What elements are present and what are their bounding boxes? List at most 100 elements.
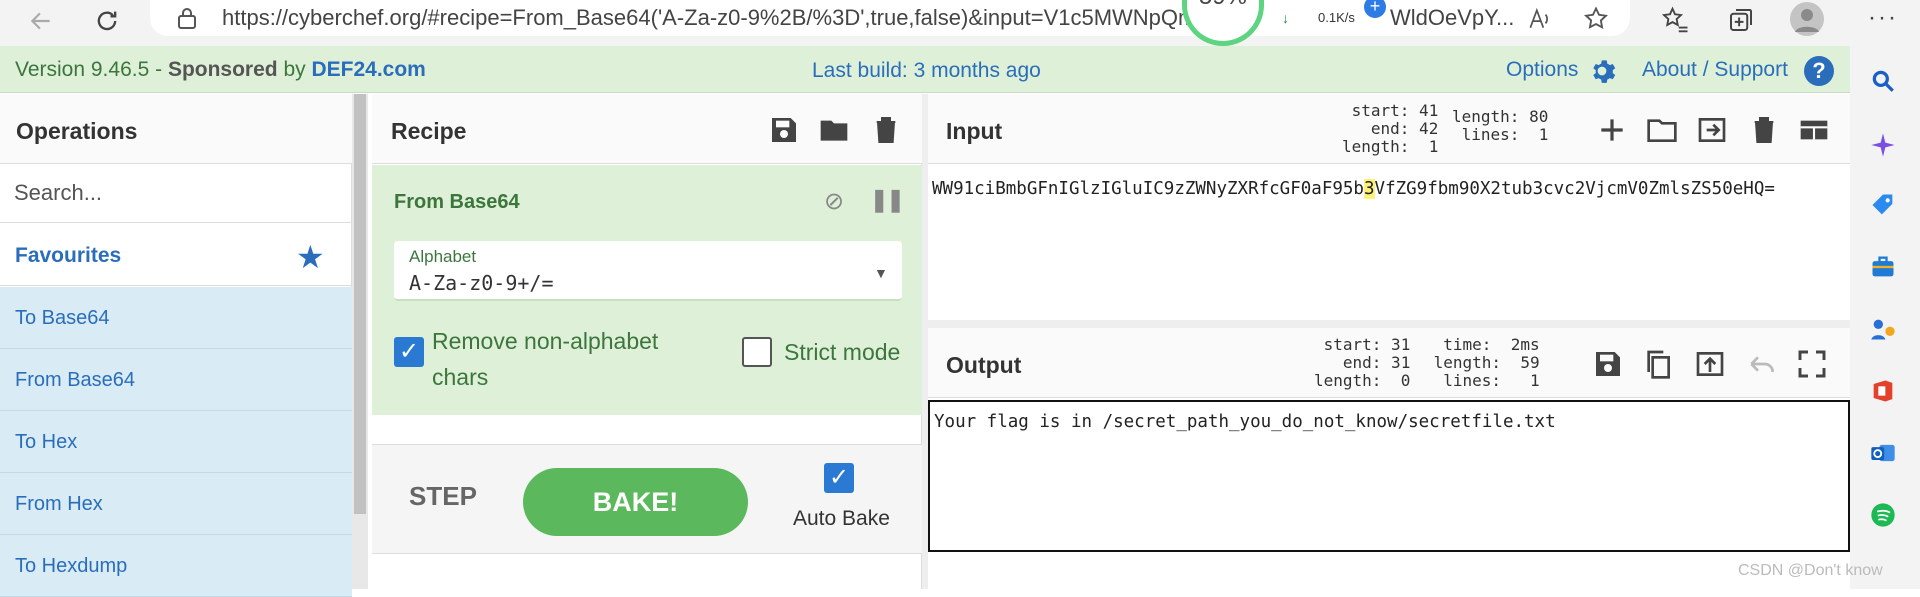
- operation-label: To Hexdump: [15, 555, 128, 577]
- copy-icon[interactable]: [1642, 348, 1674, 380]
- add-favorite-icon[interactable]: [1582, 5, 1610, 33]
- options-link[interactable]: Options: [1506, 58, 1578, 82]
- save-icon[interactable]: [768, 114, 800, 146]
- remove-nonalpha-label: Remove non-alphabet chars: [432, 328, 659, 390]
- games-icon[interactable]: [1868, 314, 1898, 344]
- list-item[interactable]: To Hexdump: [0, 535, 352, 597]
- output-selection-stats: start: 31 end: 31 length: 0: [1314, 335, 1411, 390]
- remove-nonalpha-checkbox[interactable]: ✓: [394, 337, 424, 367]
- net-speed: 0.1K/s: [1318, 10, 1355, 25]
- operation-label: To Hex: [15, 431, 78, 453]
- list-item[interactable]: From Base64: [0, 349, 352, 411]
- download-arrow-icon: ↓: [1282, 10, 1289, 26]
- sponsored-text: Sponsored: [167, 58, 278, 81]
- operations-scrollbar[interactable]: [352, 94, 368, 589]
- chevron-down-icon: ▼: [874, 265, 888, 281]
- about-support-link[interactable]: About / Support: [1642, 58, 1788, 82]
- input-selection: 3: [1363, 179, 1375, 199]
- open-file-icon[interactable]: [1696, 114, 1728, 146]
- open-folder-icon[interactable]: [1646, 114, 1678, 146]
- alphabet-label: Alphabet: [409, 247, 477, 266]
- input-title: Input: [946, 118, 1003, 144]
- help-icon[interactable]: ?: [1804, 56, 1834, 86]
- io-panel: Input start: 41 end: 42 length: 1 length…: [928, 94, 1850, 589]
- favourites-category[interactable]: Favourites ★: [0, 224, 352, 286]
- auto-bake-label: Auto Bake: [793, 507, 890, 530]
- operation-label: From Hex: [15, 493, 103, 515]
- auto-bake-checkbox[interactable]: ✓: [824, 463, 854, 493]
- back-button[interactable]: [24, 4, 58, 38]
- tools-briefcase-icon[interactable]: [1868, 252, 1898, 282]
- version-text: Version 9.46.5 -: [15, 58, 168, 81]
- copilot-sparkle-icon[interactable]: [1868, 130, 1898, 160]
- favourites-label: Favourites: [15, 244, 122, 267]
- output-title: Output: [946, 352, 1022, 378]
- maximize-icon[interactable]: [1796, 348, 1828, 380]
- step-button[interactable]: STEP: [409, 481, 477, 512]
- bake-button[interactable]: BAKE!: [523, 468, 748, 536]
- arrow-left-icon: [30, 12, 50, 30]
- input-output-splitter[interactable]: [928, 320, 1850, 328]
- collections-icon[interactable]: [1726, 5, 1756, 35]
- bake-controls: STEP BAKE! ✓ Auto Bake: [372, 444, 922, 554]
- browser-toolbar: https://cyberchef.org/#recipe=From_Base6…: [0, 0, 1920, 46]
- folder-icon[interactable]: [818, 114, 850, 146]
- output-textarea[interactable]: Your flag is in /secret_path_you_do_not_…: [928, 400, 1850, 552]
- output-text: Your flag is in /secret_path_you_do_not_…: [934, 412, 1556, 432]
- recipe-header: Recipe: [372, 94, 922, 164]
- undo-icon[interactable]: [1746, 348, 1778, 380]
- outlook-icon[interactable]: [1868, 438, 1898, 468]
- office-icon[interactable]: [1868, 376, 1898, 406]
- star-icon: ★: [296, 239, 325, 275]
- strict-mode-checkbox[interactable]: [742, 337, 772, 367]
- operation-label: From Base64: [15, 369, 136, 391]
- operation-name: From Base64: [394, 191, 520, 213]
- search-input[interactable]: [14, 177, 334, 209]
- input-text: WW91ciBmbGFnIGlzIGluIC9zZWNyZXRfcGF0aF95…: [932, 179, 1364, 199]
- profile-avatar[interactable]: [1790, 2, 1824, 36]
- shopping-tag-icon[interactable]: [1868, 190, 1898, 220]
- url-text-tail: WldOeVpY...: [1390, 5, 1515, 30]
- output-time-stats: time: 2ms length: 59 lines: 1: [1433, 335, 1540, 390]
- operations-title: Operations: [16, 118, 138, 144]
- replace-input-icon[interactable]: [1694, 348, 1726, 380]
- input-length-stats: length: 80 lines: 1: [1452, 107, 1549, 144]
- output-header: Output start: 31 end: 31 length: 0 time:…: [928, 328, 1850, 398]
- favorites-icon[interactable]: [1660, 5, 1690, 35]
- refresh-button[interactable]: [90, 4, 124, 38]
- read-aloud-icon[interactable]: [1526, 6, 1552, 32]
- trash-icon[interactable]: [1748, 114, 1780, 146]
- strict-mode-label: Strict mode: [784, 339, 901, 365]
- last-build-text: Last build: 3 months ago: [812, 59, 1041, 82]
- cyberchef-banner: Version 9.46.5 - Sponsored by DEF24.com …: [0, 46, 1850, 93]
- operations-header: Operations: [0, 94, 352, 164]
- watermark-text: CSDN @Don't know: [1738, 562, 1883, 579]
- save-icon[interactable]: [1592, 348, 1624, 380]
- pause-icon[interactable]: ❚❚: [870, 187, 905, 213]
- input-selection-stats: start: 41 end: 42 length: 1: [1342, 101, 1439, 156]
- scrollbar-thumb[interactable]: [354, 94, 366, 514]
- recipe-title: Recipe: [391, 118, 467, 144]
- version-info: Version 9.46.5 - Sponsored by DEF24.com: [15, 58, 426, 82]
- alphabet-select[interactable]: Alphabet A-Za-z0-9+/= ▼: [394, 241, 902, 301]
- trash-icon[interactable]: [870, 114, 902, 146]
- gear-icon[interactable]: [1587, 56, 1617, 86]
- address-bar[interactable]: https://cyberchef.org/#recipe=From_Base6…: [150, 0, 1630, 36]
- layout-icon[interactable]: [1798, 114, 1830, 146]
- recipe-panel: Recipe From Base64 ⊘ ❚❚ Alphabet A-Za-z0…: [372, 94, 922, 589]
- sponsor-link[interactable]: DEF24.com: [311, 58, 425, 81]
- add-tab-icon[interactable]: [1596, 114, 1628, 146]
- operations-list: To Base64 From Base64 To Hex From Hex To…: [0, 287, 352, 597]
- lock-icon: [178, 8, 196, 29]
- operations-search: [0, 165, 352, 223]
- spotify-icon[interactable]: [1868, 500, 1898, 530]
- search-icon[interactable]: [1868, 66, 1898, 96]
- list-item[interactable]: From Hex: [0, 473, 352, 535]
- list-item[interactable]: To Base64: [0, 287, 352, 349]
- list-item[interactable]: To Hex: [0, 411, 352, 473]
- disable-icon[interactable]: ⊘: [824, 187, 844, 216]
- by-text: by: [277, 58, 312, 81]
- more-menu-icon[interactable]: ···: [1868, 4, 1898, 32]
- input-textarea[interactable]: WW91ciBmbGFnIGlzIGluIC9zZWNyZXRfcGF0aF95…: [932, 174, 1848, 205]
- progress-badge: 59%: [1182, 0, 1264, 46]
